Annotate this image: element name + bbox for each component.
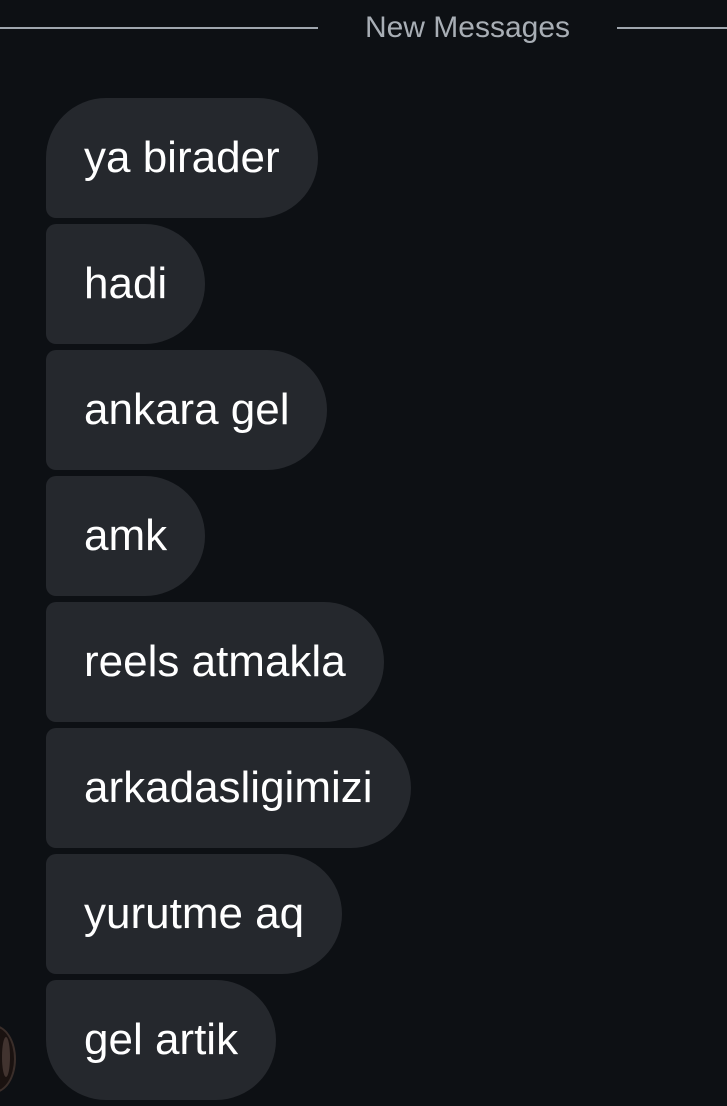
message-bubble[interactable]: hadi xyxy=(46,224,206,344)
message-row: arkadasligimizi xyxy=(46,728,706,854)
message-bubble[interactable]: ankara gel xyxy=(46,350,328,470)
message-row: hadi xyxy=(46,224,706,350)
message-row: ya birader xyxy=(46,98,706,224)
new-messages-divider: New Messages xyxy=(0,0,727,56)
message-bubble[interactable]: yurutme aq xyxy=(46,854,343,974)
new-messages-label: New Messages xyxy=(364,11,571,44)
message-row: yurutme aq xyxy=(46,854,706,980)
message-bubble[interactable]: reels atmakla xyxy=(46,602,384,722)
message-row: reels atmakla xyxy=(46,602,706,728)
sender-avatar[interactable] xyxy=(0,1025,16,1093)
message-bubble[interactable]: arkadasligimizi xyxy=(46,728,411,848)
message-bubble[interactable]: gel artik xyxy=(46,980,277,1100)
message-bubble[interactable]: amk xyxy=(46,476,206,596)
message-row: amk xyxy=(46,476,706,602)
message-row: ankara gel xyxy=(46,350,706,476)
divider-line-left xyxy=(0,27,318,29)
message-group: ya birader hadi ankara gel amk reels atm… xyxy=(46,98,706,1106)
message-row: gel artik xyxy=(46,980,706,1106)
divider-line-right xyxy=(617,27,727,29)
avatar-highlight xyxy=(2,1037,10,1077)
message-bubble[interactable]: ya birader xyxy=(46,98,318,218)
